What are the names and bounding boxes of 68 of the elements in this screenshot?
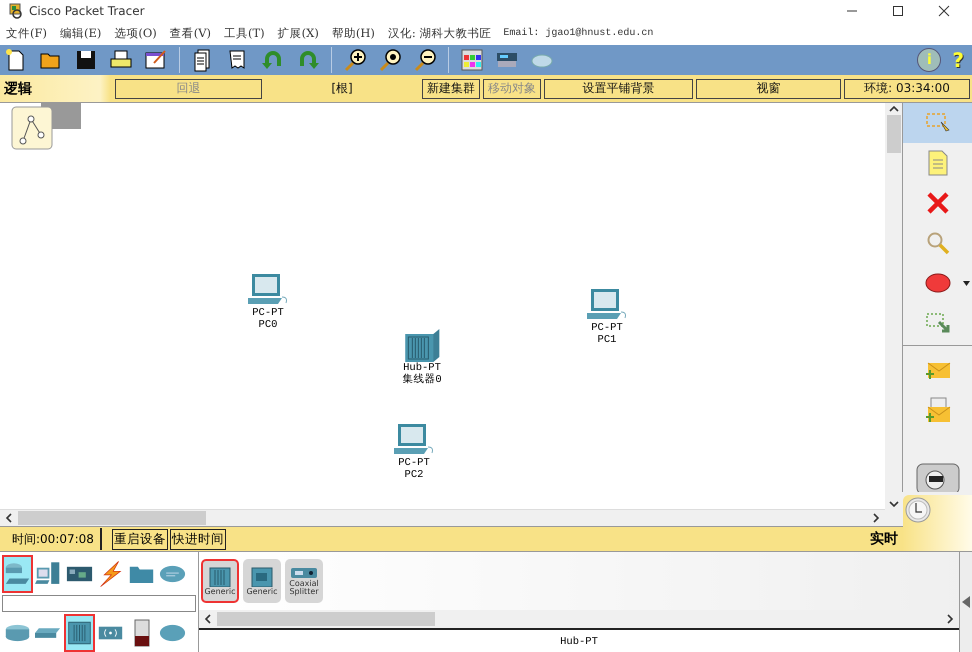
logic-bar-button[interactable]: 环境: 03:34:00: [844, 78, 970, 98]
selected-model-label: Hub-PT: [560, 636, 598, 650]
zoom-reset-icon[interactable]: [378, 48, 402, 72]
device-name-label: PC1: [598, 334, 616, 346]
switch-icon: [35, 628, 62, 638]
menu-item[interactable]: 帮助(H): [332, 26, 375, 41]
device-model-label: Hub-PT: [403, 362, 441, 374]
logic-bar-button[interactable]: 设置平铺背景: [544, 78, 693, 98]
device-model-label: PC-PT: [398, 457, 430, 469]
envelope-icon: [924, 360, 951, 380]
zoom-out-icon[interactable]: [413, 48, 437, 72]
stopwatch-icon[interactable]: [914, 462, 961, 492]
device-model-label: PC-PT: [591, 322, 623, 334]
save-icon[interactable]: [74, 48, 98, 72]
device-type[interactable]: [64, 614, 95, 652]
logic-bar-button[interactable]: 新建集群: [422, 78, 480, 98]
workspace-path: [根]: [330, 80, 354, 97]
clock-icon: [905, 497, 931, 523]
color-palette-icon[interactable]: [460, 48, 484, 72]
localization-credit: 汉化: 湖科大教书匠: [388, 26, 492, 41]
search-field[interactable]: [2, 595, 196, 612]
menu-item[interactable]: 编辑(E): [60, 26, 102, 41]
menu-item[interactable]: 查看(V): [170, 26, 212, 41]
menu-item[interactable]: 选项(O): [114, 26, 157, 41]
device-model-tile[interactable]: Generic: [243, 559, 281, 603]
open-envelope-icon: [924, 397, 951, 423]
menu-item[interactable]: 扩展(X): [278, 26, 319, 41]
horizontal-scrollbar[interactable]: [0, 509, 886, 526]
pc-icon[interactable]: [392, 423, 436, 457]
device-model-tile[interactable]: Coaxial Splitter: [285, 559, 323, 603]
close-icon[interactable]: [938, 5, 950, 17]
navigation-icon[interactable]: [11, 103, 81, 151]
realtime-mode-label: 实时: [870, 530, 898, 548]
device-name-label: 集线器0: [402, 374, 442, 386]
ellipse-icon: [924, 272, 951, 294]
search-icon: [926, 231, 950, 255]
time-button[interactable]: 快进时间: [170, 528, 226, 550]
logic-bar-button[interactable]: 视窗: [696, 78, 841, 98]
hub-icon[interactable]: [403, 328, 441, 362]
device-model-label: PC-PT: [252, 307, 284, 319]
firewall-icon: [132, 618, 152, 648]
scroll-thumb[interactable]: [886, 115, 901, 153]
resize-icon: [924, 311, 951, 335]
pc-icon[interactable]: [246, 273, 290, 307]
repeater-icon: [250, 566, 274, 586]
horizontal-scrollbar[interactable]: [199, 610, 959, 628]
pc-icon[interactable]: [585, 288, 629, 322]
device-model-tile[interactable]: Generic: [201, 559, 239, 603]
elapsed-time: 时间:00:07:08: [0, 528, 102, 550]
zoom-in-icon[interactable]: [343, 48, 367, 72]
note-icon: [926, 150, 949, 176]
menu-item[interactable]: 文件(F): [6, 26, 47, 41]
email-text: Email: jgao1@hnust.edu.cn: [503, 28, 654, 39]
caret-icon[interactable]: [963, 281, 970, 286]
menu-item[interactable]: 工具(T): [224, 26, 265, 41]
scroll-thumb[interactable]: [217, 612, 435, 626]
maximize-icon[interactable]: [892, 5, 904, 17]
logical-view-label: 逻辑: [3, 80, 33, 98]
app-logo-icon: [8, 3, 24, 19]
hub-icon: [208, 566, 232, 586]
device-name-label: PC0: [258, 319, 278, 331]
expand-left-icon[interactable]: [962, 596, 970, 608]
splitter-icon: [290, 566, 318, 578]
device-name-label: PC2: [404, 469, 424, 481]
scroll-thumb[interactable]: [18, 511, 206, 525]
time-button[interactable]: 重启设备: [112, 528, 168, 550]
window-title: Cisco Packet Tracer: [29, 4, 145, 18]
delete-icon: [926, 191, 950, 215]
